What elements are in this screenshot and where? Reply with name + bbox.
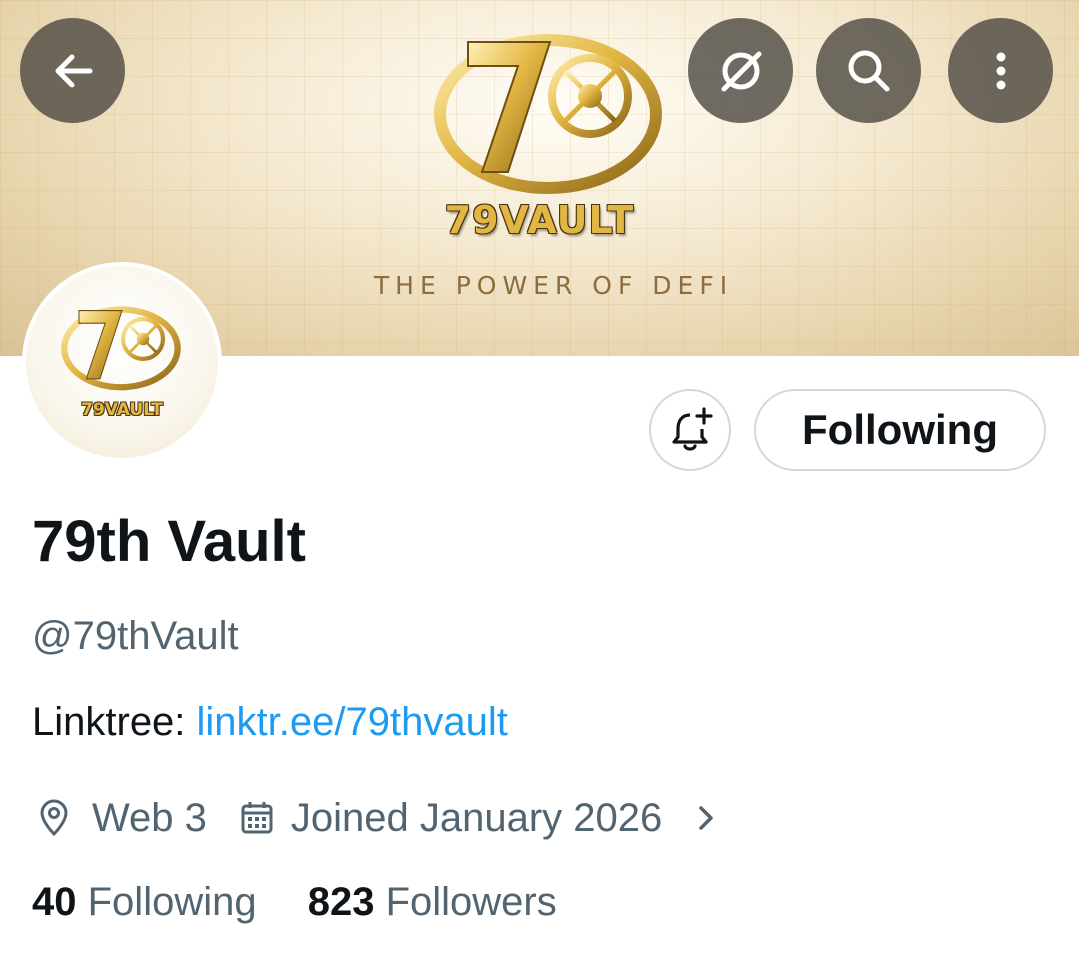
following-label: Following [87, 880, 257, 924]
more-button[interactable] [948, 18, 1053, 123]
grok-button[interactable] [688, 18, 793, 123]
followers-stat[interactable]: 823 Followers [308, 880, 557, 924]
avatar-wordmark: 79VAULT [81, 400, 163, 420]
avatar[interactable]: 79VAULT [22, 262, 222, 462]
more-vertical-icon [996, 52, 1005, 89]
chevron-right-icon[interactable] [684, 796, 728, 840]
profile-meta: Web 3 Joined January 2026 [32, 790, 728, 846]
back-button[interactable] [20, 18, 125, 123]
following-button[interactable]: Following [754, 389, 1046, 471]
location-pin-icon [32, 796, 76, 840]
notify-button[interactable] [649, 389, 731, 471]
location-text: Web 3 [92, 795, 207, 840]
avatar-image: 79VAULT [26, 266, 218, 458]
avatar-79-logo [61, 306, 181, 391]
arrow-left-icon [55, 54, 92, 87]
following-stat[interactable]: 40 Following [32, 880, 257, 924]
follow-stats: 40 Following 823 Followers [32, 880, 557, 925]
bio: Linktree: linktr.ee/79thvault [32, 700, 508, 745]
user-handle: @79thVault [32, 614, 239, 658]
banner-79-logo [434, 34, 662, 194]
bio-text: Linktree: [32, 700, 197, 744]
grok-icon [721, 51, 761, 91]
following-count: 40 [32, 880, 77, 924]
followers-count: 823 [307, 880, 375, 924]
search-button[interactable] [816, 18, 921, 123]
calendar-icon [235, 796, 279, 840]
banner-wordmark: 79VAULT [444, 198, 635, 242]
display-name: 79th Vault [32, 509, 306, 574]
bio-link[interactable]: linktr.ee/79thvault [197, 700, 508, 744]
joined-date: Joined January 2026 [290, 795, 663, 840]
followers-label: Followers [385, 880, 557, 924]
bell-plus-icon [672, 407, 713, 451]
search-icon [848, 50, 889, 91]
